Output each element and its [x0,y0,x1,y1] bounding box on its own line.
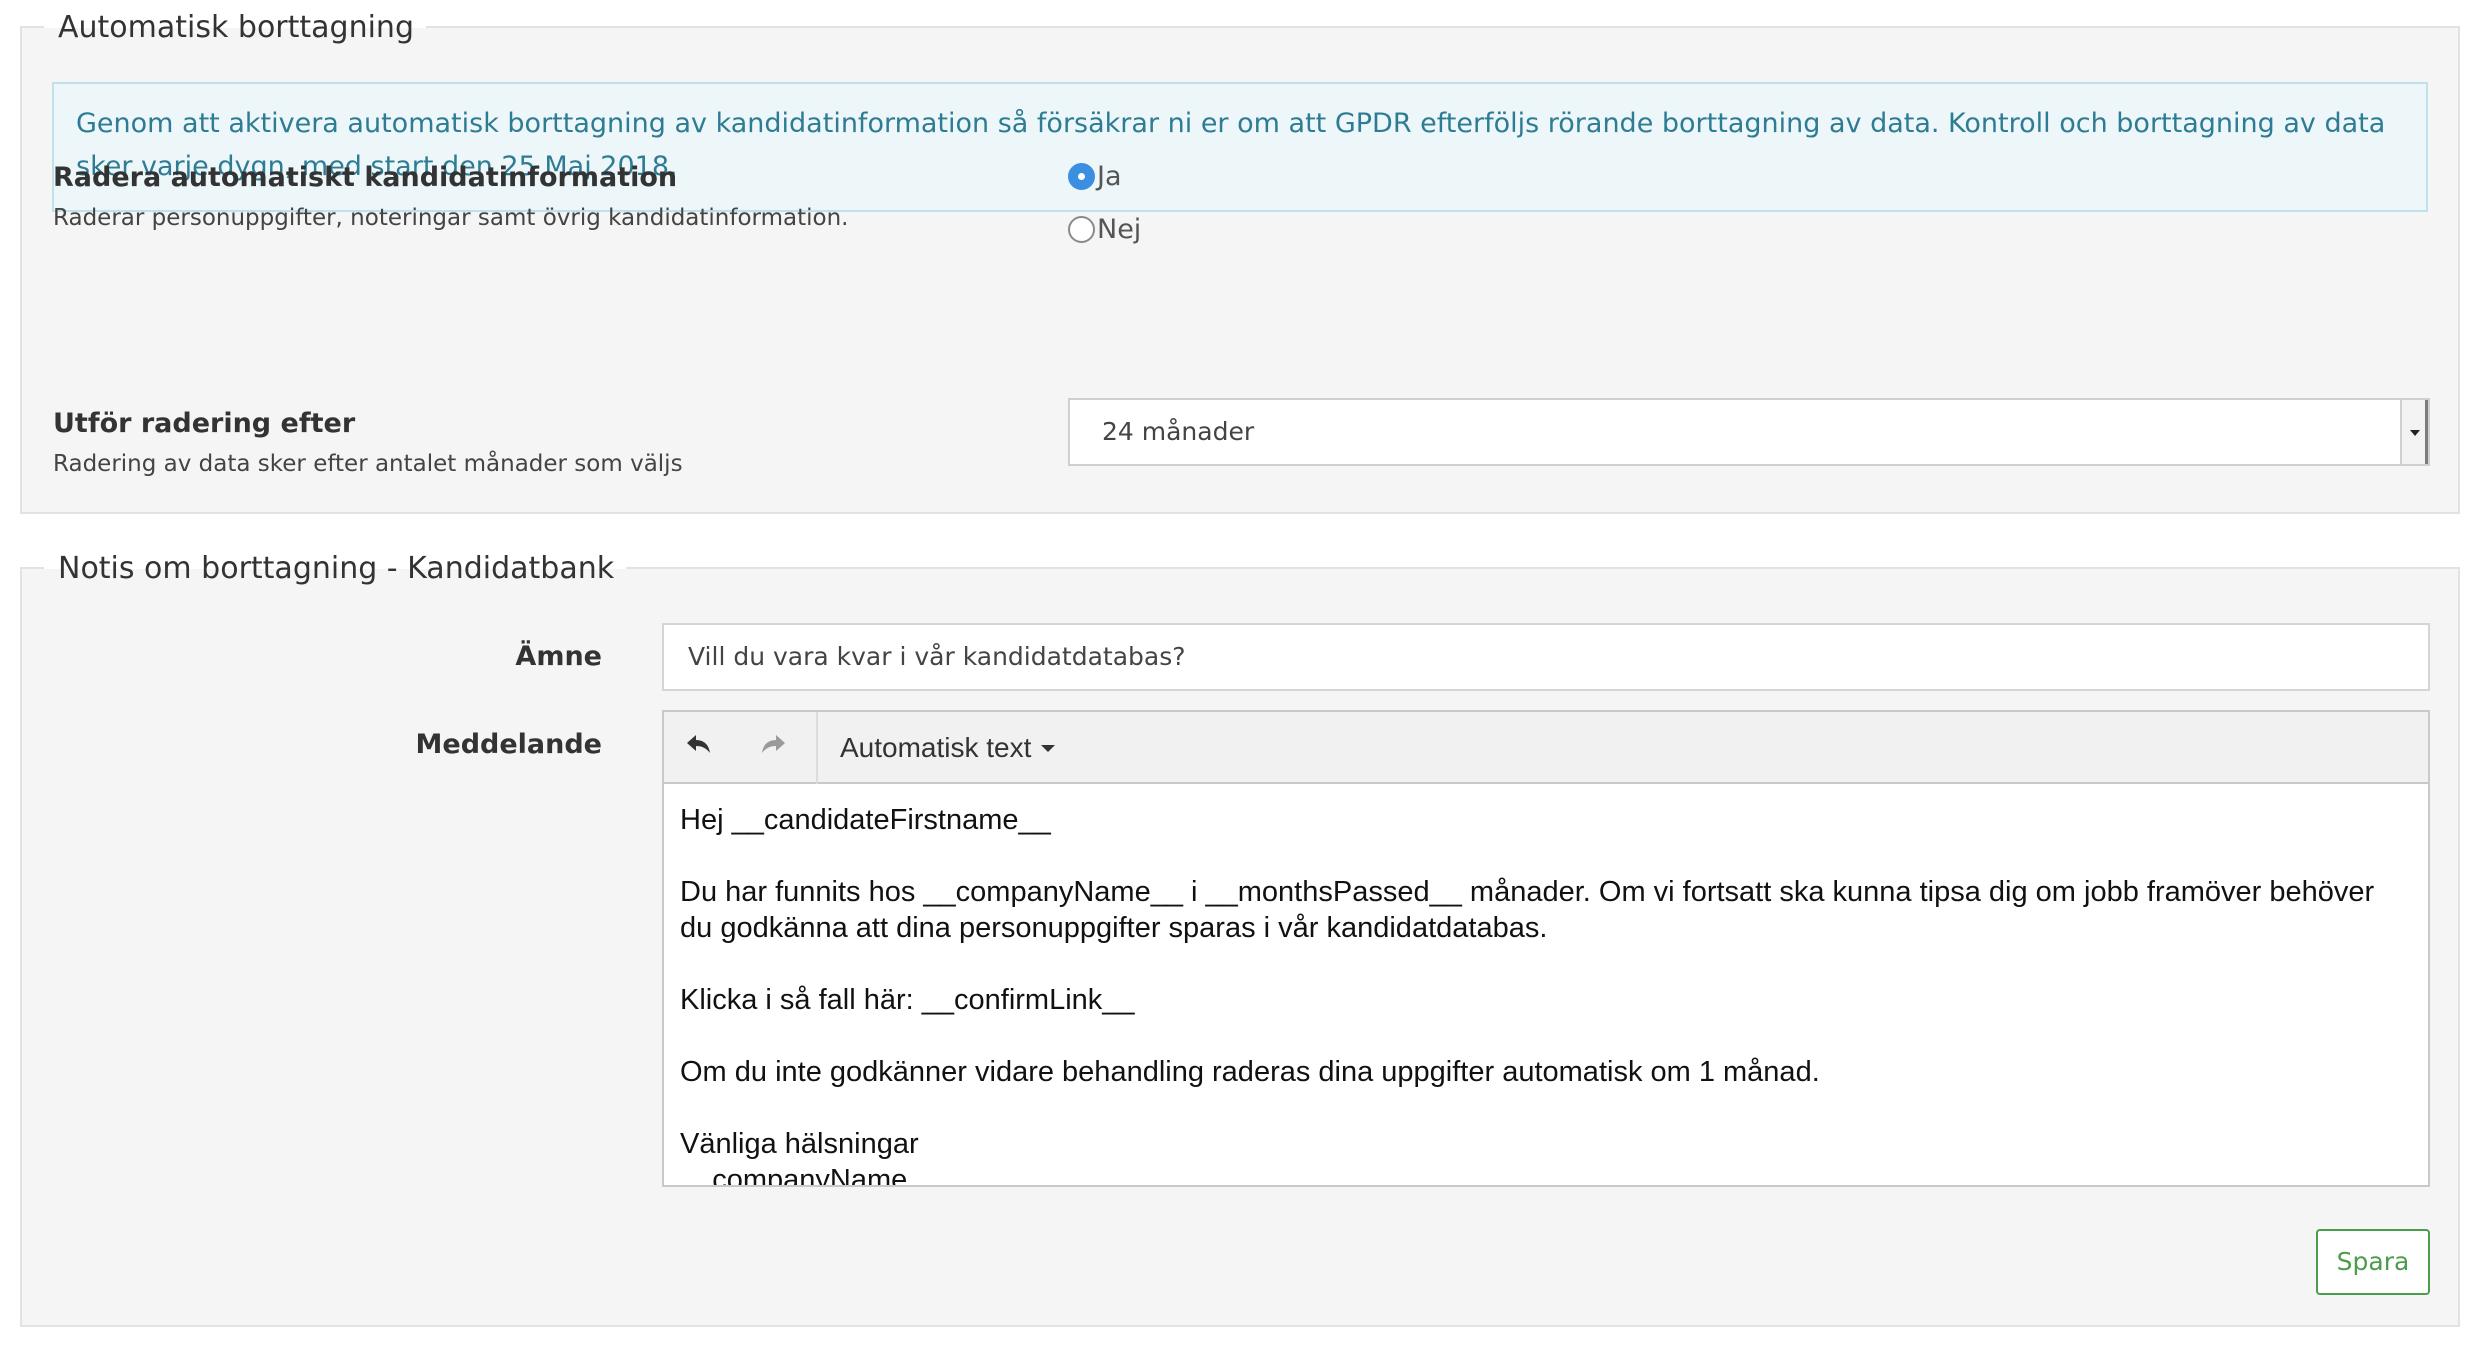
radio-ja[interactable]: Ja [1068,161,1122,192]
undo-icon[interactable] [684,730,714,760]
automatic-text-menu[interactable]: Automatisk text [840,732,1056,764]
delay-help: Radering av data sker efter antalet måna… [53,451,683,477]
notice-section: Notis om borttagning - Kandidatbank Ämne… [20,551,2460,1327]
radio-nej-indicator[interactable] [1068,216,1095,243]
message-paragraph[interactable]: Om du inte godkänner vidare behandling r… [680,1054,2410,1090]
months-select[interactable]: 24 månader [1068,398,2430,466]
radio-ja-indicator[interactable] [1068,163,1095,190]
message-editor[interactable]: Automatisk text Hej __candidateFirstname… [662,710,2430,1187]
message-paragraph[interactable]: Vänliga hälsningar __companyName__ [680,1126,2410,1185]
auto-delete-help: Raderar personuppgifter, noteringar samt… [53,205,849,231]
toolbar-separator [816,712,818,784]
radio-ja-label[interactable]: Ja [1097,161,1122,192]
message-paragraph[interactable]: Du har funnits hos __companyName__ i __m… [680,874,2410,946]
auto-delete-legend: Automatisk borttagning [44,10,426,46]
subject-input[interactable]: Vill du vara kvar i vår kandidatdatabas? [662,623,2430,691]
message-paragraph[interactable]: Klicka i så fall här: __confirmLink__ [680,982,2410,1018]
radio-nej[interactable]: Nej [1068,214,1141,245]
caret-down-icon[interactable] [1041,744,1056,752]
months-select-value: 24 månader [1102,417,1255,446]
auto-delete-title: Radera automatiskt kandidatinformation [53,162,678,193]
automatic-text-label[interactable]: Automatisk text [840,732,1031,764]
radio-nej-label[interactable]: Nej [1097,214,1141,245]
chevron-down-icon[interactable] [2400,400,2428,464]
save-button[interactable]: Spara [2316,1229,2430,1295]
message-label: Meddelande [415,729,602,760]
subject-label: Ämne [515,641,602,672]
delay-title: Utför radering efter [53,408,356,439]
editor-toolbar: Automatisk text [664,712,2428,784]
redo-icon[interactable] [758,730,788,760]
message-body[interactable]: Hej __candidateFirstname__ Du har funnit… [664,786,2428,1185]
message-paragraph[interactable]: Hej __candidateFirstname__ [680,802,2410,838]
auto-delete-section: Automatisk borttagning Genom att aktiver… [20,10,2460,514]
notice-legend: Notis om borttagning - Kandidatbank [44,551,627,587]
